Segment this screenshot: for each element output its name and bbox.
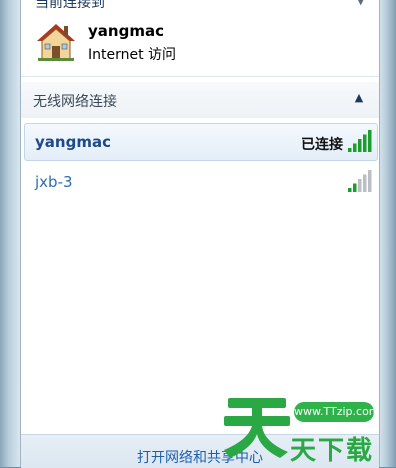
network-item-jxb-3[interactable]: jxb-3 (24, 163, 378, 201)
signal-strength-icon (348, 130, 372, 152)
watermark-url: www.TTzip.com (294, 402, 380, 422)
watermark-text: 天下载 (290, 436, 375, 466)
window-frame-left (0, 0, 20, 467)
network-flyout-panel: 当前连接到 ▼ yangmac Internet 访问 无线网络连接 ▲ yan… (20, 0, 380, 468)
signal-bar (358, 139, 362, 152)
access-type: Internet 访问 (88, 47, 177, 63)
signal-bar (368, 130, 372, 152)
watermark-logo-icon (224, 398, 290, 458)
signal-bar (363, 134, 367, 152)
signal-bar (363, 174, 367, 192)
signal-bar (353, 183, 357, 192)
current-connection: yangmac Internet 访问 (35, 20, 365, 66)
network-item-yangmac[interactable]: yangmac 已连接 (24, 123, 378, 161)
signal-bar (368, 170, 372, 192)
signal-bar (348, 188, 352, 192)
signal-bar (348, 148, 352, 152)
network-name: yangmac (35, 133, 111, 151)
wireless-section-header[interactable]: 无线网络连接 ▲ (21, 82, 379, 118)
wireless-section-label: 无线网络连接 (33, 94, 117, 110)
window-frame-right (378, 0, 396, 467)
collapse-icon[interactable]: ▲ (353, 92, 365, 104)
signal-bar (358, 179, 362, 192)
divider (21, 76, 379, 77)
signal-strength-icon (348, 170, 372, 192)
current-connection-header: 当前连接到 (35, 0, 105, 11)
signal-bar (353, 143, 357, 152)
home-network-icon (37, 24, 75, 61)
connection-status: 已连接 (301, 137, 343, 153)
current-ssid: yangmac (88, 22, 164, 40)
network-name: jxb-3 (35, 173, 73, 191)
top-chevron-icon[interactable]: ▼ (357, 0, 365, 7)
